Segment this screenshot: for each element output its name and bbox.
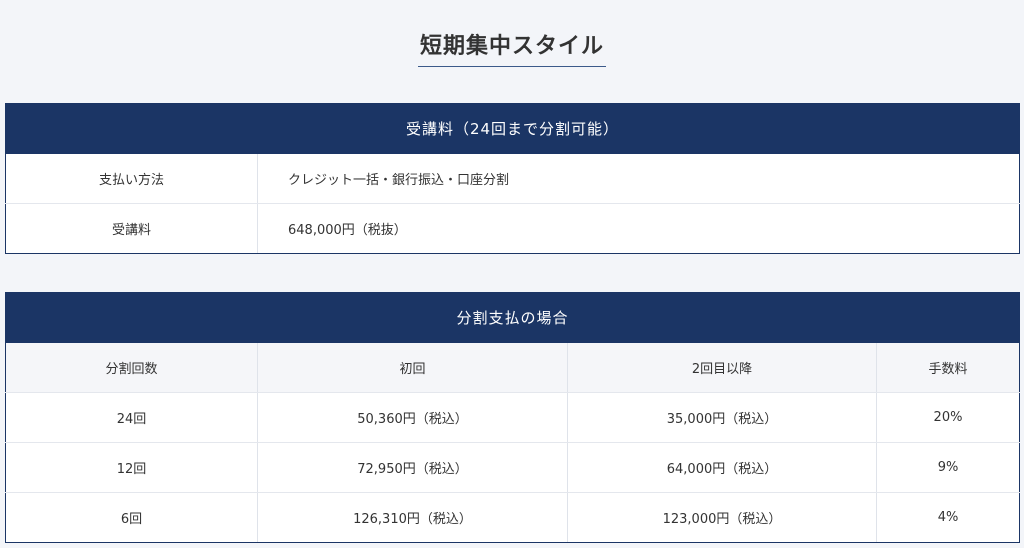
installments-cell: 6回	[5, 492, 258, 543]
table-row: 支払い方法 クレジット一括・銀行振込・口座分割	[5, 153, 1020, 204]
first-payment-cell: 72,950円（税込）	[257, 442, 568, 493]
table-row: 24回 50,360円（税込） 35,000円（税込） 20%	[5, 392, 1021, 443]
column-header-row: 分割回数 初回 2回目以降 手数料	[5, 342, 1021, 393]
fee-rate-cell: 20%	[876, 392, 1021, 443]
column-header-subsequent-payment: 2回目以降	[567, 342, 877, 393]
split-table-header-row: 分割支払の場合	[4, 292, 1021, 343]
payment-method-label: 支払い方法	[5, 153, 258, 204]
fee-table-header: 受講料（24回まで分割可能）	[5, 103, 1020, 154]
first-payment-cell: 50,360円（税込）	[257, 392, 568, 443]
column-header-fee-rate: 手数料	[876, 342, 1021, 393]
installments-cell: 24回	[5, 392, 258, 443]
fee-table-header-row: 受講料（24回まで分割可能）	[5, 103, 1020, 154]
page-title: 短期集中スタイル	[417, 28, 606, 67]
split-payment-table: 分割支払の場合 分割回数 初回 2回目以降 手数料 24回 50,360円（税込…	[4, 292, 1021, 543]
payment-method-value: クレジット一括・銀行振込・口座分割	[257, 153, 1020, 204]
tuition-value: 648,000円（税抜）	[257, 203, 1020, 254]
installments-cell: 12回	[5, 442, 258, 493]
subsequent-payment-cell: 64,000円（税込）	[567, 442, 877, 493]
column-header-first-payment: 初回	[257, 342, 568, 393]
subsequent-payment-cell: 35,000円（税込）	[567, 392, 877, 443]
fee-rate-cell: 4%	[876, 492, 1021, 543]
split-table-header: 分割支払の場合	[4, 292, 1021, 343]
subsequent-payment-cell: 123,000円（税込）	[567, 492, 877, 543]
table-row: 12回 72,950円（税込） 64,000円（税込） 9%	[5, 442, 1021, 493]
table-row: 受講料 648,000円（税抜）	[5, 203, 1020, 254]
title-section: 短期集中スタイル	[0, 0, 1024, 100]
fee-rate-cell: 9%	[876, 442, 1021, 493]
tuition-label: 受講料	[5, 203, 258, 254]
fee-table: 受講料（24回まで分割可能） 支払い方法 クレジット一括・銀行振込・口座分割 受…	[5, 103, 1020, 254]
table-row: 6回 126,310円（税込） 123,000円（税込） 4%	[5, 492, 1021, 543]
column-header-installments: 分割回数	[5, 342, 258, 393]
first-payment-cell: 126,310円（税込）	[257, 492, 568, 543]
page: 短期集中スタイル 受講料（24回まで分割可能） 支払い方法 クレジット一括・銀行…	[0, 0, 1024, 548]
